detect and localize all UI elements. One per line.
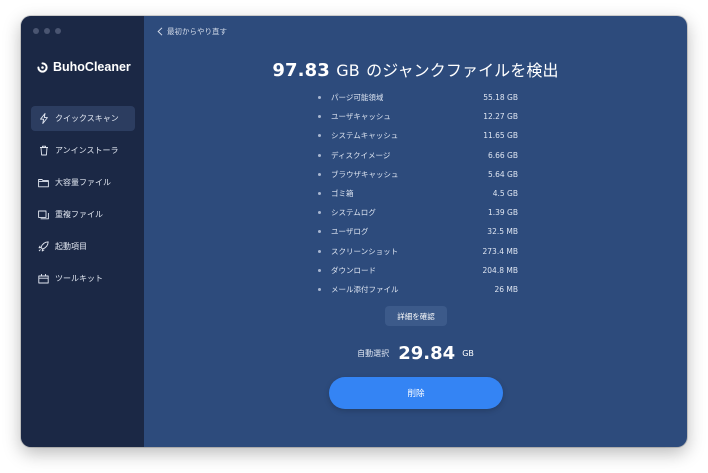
total-junk-unit: GB [336, 61, 360, 80]
bullet [318, 192, 321, 196]
auto-selected-summary: 自動選択 29.84 GB [144, 343, 687, 364]
list-item: システムログ 1.39 GB [318, 203, 518, 222]
minimize-window-button[interactable] [44, 28, 50, 34]
window-controls [33, 28, 61, 34]
sidebar-item-toolkit[interactable]: ツールキット [31, 266, 135, 291]
bullet [318, 268, 321, 272]
list-item: ダウンロード 204.8 MB [318, 261, 518, 280]
zoom-window-button[interactable] [55, 28, 61, 34]
sidebar-item-label: 重複ファイル [55, 210, 103, 219]
sidebar-item-label: 大容量ファイル [55, 178, 111, 187]
bullet [318, 172, 321, 176]
bullet [318, 153, 321, 157]
item-name: ダウンロード [331, 265, 376, 275]
item-size: 26 MB [494, 284, 518, 294]
app-logo: BuhoCleaner [37, 60, 131, 74]
bullet [318, 211, 321, 215]
sidebar-item-uninstaller[interactable]: アンインストーラ [31, 138, 135, 163]
total-junk-value: 97.83 [272, 60, 330, 81]
view-details-button[interactable]: 詳細を確認 [385, 306, 447, 326]
item-name: システムログ [331, 208, 376, 218]
bullet [318, 287, 321, 291]
sidebar-item-label: アンインストーラ [55, 146, 119, 155]
list-item: ブラウザキャッシュ 5.64 GB [318, 165, 518, 184]
sidebar-nav: クイックスキャン アンインストーラ 大容量ファイル 重複ファイル 起動項目 ツー… [31, 106, 135, 298]
list-item: メール添付ファイル 26 MB [318, 280, 518, 299]
item-name: システムキャッシュ [331, 131, 399, 141]
list-item: スクリーンショット 273.4 MB [318, 242, 518, 261]
item-size: 1.39 GB [487, 208, 518, 218]
item-name: ユーザキャッシュ [331, 112, 391, 122]
item-size: 273.4 MB [482, 246, 518, 256]
list-item: ユーザキャッシュ 12.27 GB [318, 107, 518, 126]
item-name: メール添付ファイル [331, 284, 399, 294]
list-item: ディスクイメージ 6.66 GB [318, 146, 518, 165]
sidebar-item-duplicates[interactable]: 重複ファイル [31, 202, 135, 227]
list-item: システムキャッシュ 11.65 GB [318, 126, 518, 145]
sidebar-item-quick-scan[interactable]: クイックスキャン [31, 106, 135, 131]
app-name: BuhoCleaner [53, 60, 131, 74]
item-size: 55.18 GB [483, 93, 518, 103]
restart-label: 最初からやり直す [167, 27, 227, 36]
sidebar-item-label: ツールキット [55, 274, 103, 283]
buho-logo-icon [37, 61, 48, 73]
page-title: 97.83 GB のジャンクファイルを検出 [144, 57, 687, 81]
item-name: スクリーンショット [331, 246, 399, 256]
sidebar-item-label: 起動項目 [55, 242, 87, 251]
item-name: ディスクイメージ [331, 150, 391, 160]
bullet [318, 134, 321, 138]
bullet [318, 230, 321, 234]
title-suffix: のジャンクファイルを検出 [366, 61, 559, 80]
chevron-left-icon [157, 27, 163, 36]
auto-selected-value: 29.84 [398, 343, 456, 364]
list-item: パージ可能領域 55.18 GB [318, 88, 518, 107]
bullet [318, 96, 321, 100]
item-size: 5.64 GB [487, 169, 518, 179]
restart-link[interactable]: 最初からやり直す [157, 26, 227, 37]
duplicate-icon [38, 209, 49, 220]
main-panel: 最初からやり直す 97.83 GB のジャンクファイルを検出 パージ可能領域 55… [144, 16, 687, 447]
app-window: BuhoCleaner クイックスキャン アンインストーラ 大容量ファイル 重複… [21, 16, 687, 447]
sidebar-item-startup[interactable]: 起動項目 [31, 234, 135, 259]
item-size: 12.27 GB [483, 112, 518, 122]
item-size: 4.5 GB [492, 189, 518, 199]
item-name: ユーザログ [331, 227, 369, 237]
sidebar-item-large-files[interactable]: 大容量ファイル [31, 170, 135, 195]
item-name: パージ可能領域 [331, 93, 384, 103]
delete-button[interactable]: 削除 [329, 377, 503, 409]
list-item: ゴミ箱 4.5 GB [318, 184, 518, 203]
rocket-icon [38, 241, 49, 252]
trash-icon [38, 145, 49, 156]
item-size: 204.8 MB [482, 265, 518, 275]
close-window-button[interactable] [33, 28, 39, 34]
junk-list: パージ可能領域 55.18 GB ユーザキャッシュ 12.27 GB システムキャッ… [318, 88, 518, 299]
sidebar-item-label: クイックスキャン [55, 114, 119, 123]
auto-selected-unit: GB [462, 349, 474, 358]
auto-selected-label: 自動選択 [357, 349, 390, 358]
item-size: 11.65 GB [483, 131, 518, 141]
item-size: 6.66 GB [487, 150, 518, 160]
item-name: ゴミ箱 [331, 189, 354, 199]
bullet [318, 249, 321, 253]
sidebar: BuhoCleaner クイックスキャン アンインストーラ 大容量ファイル 重複… [21, 16, 144, 447]
bullet [318, 115, 321, 119]
toolbox-icon [38, 273, 49, 284]
list-item: ユーザログ 32.5 MB [318, 222, 518, 241]
folder-icon [38, 177, 49, 188]
item-size: 32.5 MB [487, 227, 518, 237]
lightning-icon [38, 113, 49, 124]
item-name: ブラウザキャッシュ [331, 169, 399, 179]
